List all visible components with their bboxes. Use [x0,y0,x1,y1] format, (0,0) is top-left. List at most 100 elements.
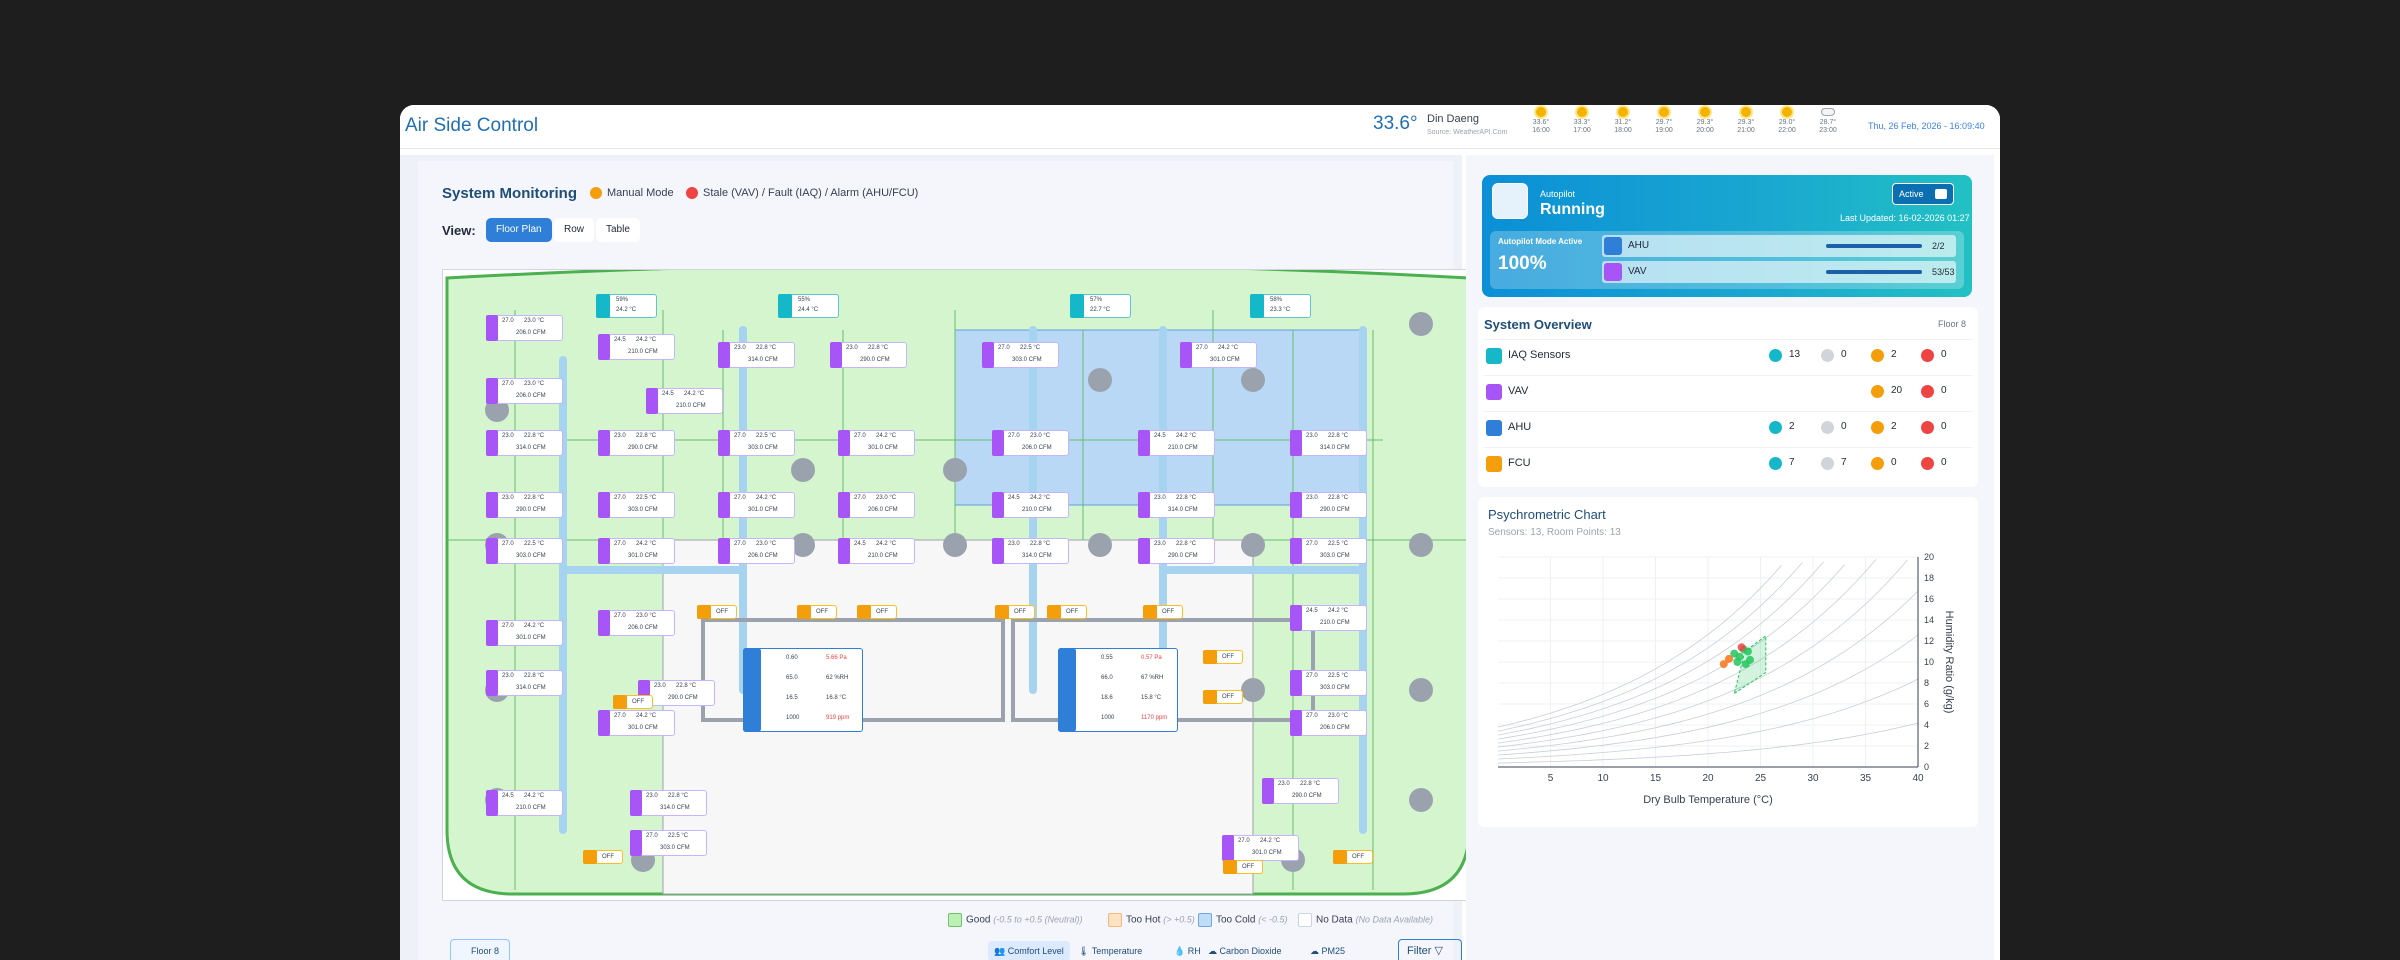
vav-tag[interactable]: 27.0 24.2 °C 301.0 CFM [486,620,563,646]
iaq-tag[interactable]: 57% 22.7 °C [1070,294,1131,318]
forecast-time: 20:00 [1696,127,1714,134]
overview-row[interactable]: FCU 7 7 0 0 [1484,447,1972,477]
ahu-reading: 0.57 Pa [1141,655,1162,661]
ahu-tag[interactable]: 0.55 0.57 Pa 66.0 67 %RH 18.6 15.8 °C 1000 1170… [1058,648,1178,732]
vav-tag[interactable]: 27.0 22.5 °C 303.0 CFM [1290,670,1367,696]
vav-tag[interactable]: 27.0 22.5 °C 303.0 CFM [1290,538,1367,564]
vav-flow: 314.0 CFM [516,685,546,691]
pm25-toggle[interactable]: ☁ PM25 [1310,941,1345,960]
vav-tag[interactable]: 24.5 24.2 °C 210.0 CFM [1290,605,1367,631]
vav-tag[interactable]: 23.0 22.8 °C 314.0 CFM [1290,430,1367,456]
vav-setpoint: 27.0 [734,541,746,547]
vav-tag[interactable]: 27.0 22.5 °C 303.0 CFM [630,830,707,856]
overview-row[interactable]: IAQ Sensors 13 0 2 0 [1484,339,1972,369]
status-count: 7 [1789,457,1795,468]
vav-tag[interactable]: 23.0 22.8 °C 314.0 CFM [992,538,1069,564]
vav-tag[interactable]: 27.0 24.2 °C 301.0 CFM [598,710,675,736]
vav-tag[interactable]: 27.0 24.2 °C 301.0 CFM [718,492,795,518]
floor-selector[interactable]: Floor 8 [450,939,510,960]
ahu-tag[interactable]: 0.60 5.66 Pa 65.0 62 %RH 16.5 16.8 °C 1000 919 … [743,648,863,732]
weather-source: Source: WeatherAPI.Com [1427,129,1508,136]
y-axis-label: Humidity Ratio (g/kg) [1943,611,1955,714]
fcu-tag[interactable]: OFF [1047,605,1087,619]
vav-tag[interactable]: 24.5 24.2 °C 210.0 CFM [1138,430,1215,456]
status-dot [1769,457,1782,470]
vav-tag[interactable]: 27.0 22.5 °C 303.0 CFM [982,342,1059,368]
fcu-tag[interactable]: OFF [857,605,897,619]
view-row[interactable]: Row [554,218,595,242]
vav-temp: 24.2 °C [876,541,897,547]
vav-tag[interactable]: 23.0 22.8 °C 314.0 CFM [486,670,563,696]
fcu-tag[interactable]: OFF [1203,650,1243,664]
rh-curve [1497,559,1908,748]
ahu-reading: 16.8 °C [826,695,847,701]
forecast-time: 23:00 [1819,127,1837,134]
iaq-tag[interactable]: 59% 24.2 °C [596,294,657,318]
vav-tag[interactable]: 23.0 22.8 °C 290.0 CFM [598,430,675,456]
fcu-tag[interactable]: OFF [995,605,1035,619]
temperature-toggle[interactable]: 🌡 Temperature [1078,941,1142,960]
vav-tag[interactable]: 27.0 23.0 °C 206.0 CFM [486,315,563,341]
vav-tag[interactable]: 24.5 24.2 °C 210.0 CFM [486,790,563,816]
vav-tag[interactable]: 27.0 22.5 °C 303.0 CFM [598,492,675,518]
iaq-tag[interactable]: 55% 24.4 °C [778,294,839,318]
overview-row[interactable]: AHU 2 0 2 0 [1484,411,1972,441]
vav-tag[interactable]: 27.0 23.0 °C 206.0 CFM [1290,710,1367,736]
vav-flow: 206.0 CFM [1022,445,1052,451]
iaq-temp: 24.4 °C [798,307,819,313]
fcu-tag[interactable]: OFF [1223,860,1263,874]
vav-tag[interactable]: 23.0 22.8 °C 290.0 CFM [486,492,563,518]
view-floor-plan[interactable]: Floor Plan [486,218,552,242]
vav-flow: 314.0 CFM [748,357,778,363]
vav-tag[interactable]: 24.5 24.2 °C 210.0 CFM [992,492,1069,518]
vav-tag[interactable]: 27.0 23.0 °C 206.0 CFM [718,538,795,564]
fcu-tag[interactable]: OFF [697,605,737,619]
vav-temp: 22.8 °C [1030,541,1051,547]
vav-tag[interactable]: 23.0 22.8 °C 314.0 CFM [1138,492,1215,518]
overview-row[interactable]: VAV 20 0 [1484,375,1972,405]
fcu-icon [1203,690,1217,704]
vav-tag[interactable]: 27.0 23.0 °C 206.0 CFM [992,430,1069,456]
vav-tag[interactable]: 23.0 22.8 °C 314.0 CFM [486,430,563,456]
fcu-tag[interactable]: OFF [613,695,653,709]
view-table[interactable]: Table [596,218,640,242]
filter-button[interactable]: Filter ▽ [1398,939,1462,960]
iaq-tag[interactable]: 58% 23.3 °C [1250,294,1311,318]
vav-tag[interactable]: 23.0 22.8 °C 290.0 CFM [830,342,907,368]
fcu-state: OFF [1222,654,1234,660]
vav-icon [718,492,730,518]
vav-tag[interactable]: 23.0 22.8 °C 314.0 CFM [630,790,707,816]
vav-tag[interactable]: 23.0 22.8 °C 290.0 CFM [1138,538,1215,564]
vav-temp: 24.2 °C [756,495,777,501]
vav-tag[interactable]: 27.0 23.0 °C 206.0 CFM [838,492,915,518]
vav-tag[interactable]: 23.0 22.8 °C 290.0 CFM [1262,778,1339,804]
fcu-tag[interactable]: OFF [797,605,837,619]
fcu-tag[interactable]: OFF [1333,850,1373,864]
vav-tag[interactable]: 24.5 24.2 °C 210.0 CFM [646,388,723,414]
fcu-tag[interactable]: OFF [1203,690,1243,704]
vav-tag[interactable]: 24.5 24.2 °C 210.0 CFM [598,334,675,360]
status-count: 0 [1941,457,1947,468]
comfort-level-toggle[interactable]: 👥 Comfort Level [988,941,1070,960]
status-count: 0 [1841,421,1847,432]
vav-tag[interactable]: 27.0 24.2 °C 301.0 CFM [1222,835,1299,861]
vav-tag[interactable]: 27.0 24.2 °C 301.0 CFM [838,430,915,456]
y-tick-label: 12 [1924,636,1934,646]
y-tick-label: 20 [1924,552,1934,562]
autopilot-active-toggle[interactable]: Active [1892,183,1954,205]
vav-temp: 23.0 °C [1328,713,1349,719]
fcu-tag[interactable]: OFF [583,850,623,864]
vav-tag[interactable]: 27.0 22.5 °C 303.0 CFM [486,538,563,564]
vav-tag[interactable]: 27.0 22.5 °C 303.0 CFM [718,430,795,456]
vav-tag[interactable]: 27.0 23.0 °C 206.0 CFM [486,378,563,404]
vav-tag[interactable]: 23.0 22.8 °C 290.0 CFM [1290,492,1367,518]
co2-toggle[interactable]: ☁ Carbon Dioxide [1208,941,1282,960]
fcu-tag[interactable]: OFF [1143,605,1183,619]
vav-flow: 206.0 CFM [1320,725,1350,731]
vav-tag[interactable]: 23.0 22.8 °C 314.0 CFM [718,342,795,368]
vav-tag[interactable]: 24.5 24.2 °C 210.0 CFM [838,538,915,564]
vav-tag[interactable]: 27.0 24.2 °C 301.0 CFM [598,538,675,564]
rh-toggle[interactable]: 💧 RH [1174,941,1201,960]
vav-tag[interactable]: 27.0 23.0 °C 206.0 CFM [598,610,675,636]
vav-tag[interactable]: 27.0 24.2 °C 301.0 CFM [1180,342,1257,368]
